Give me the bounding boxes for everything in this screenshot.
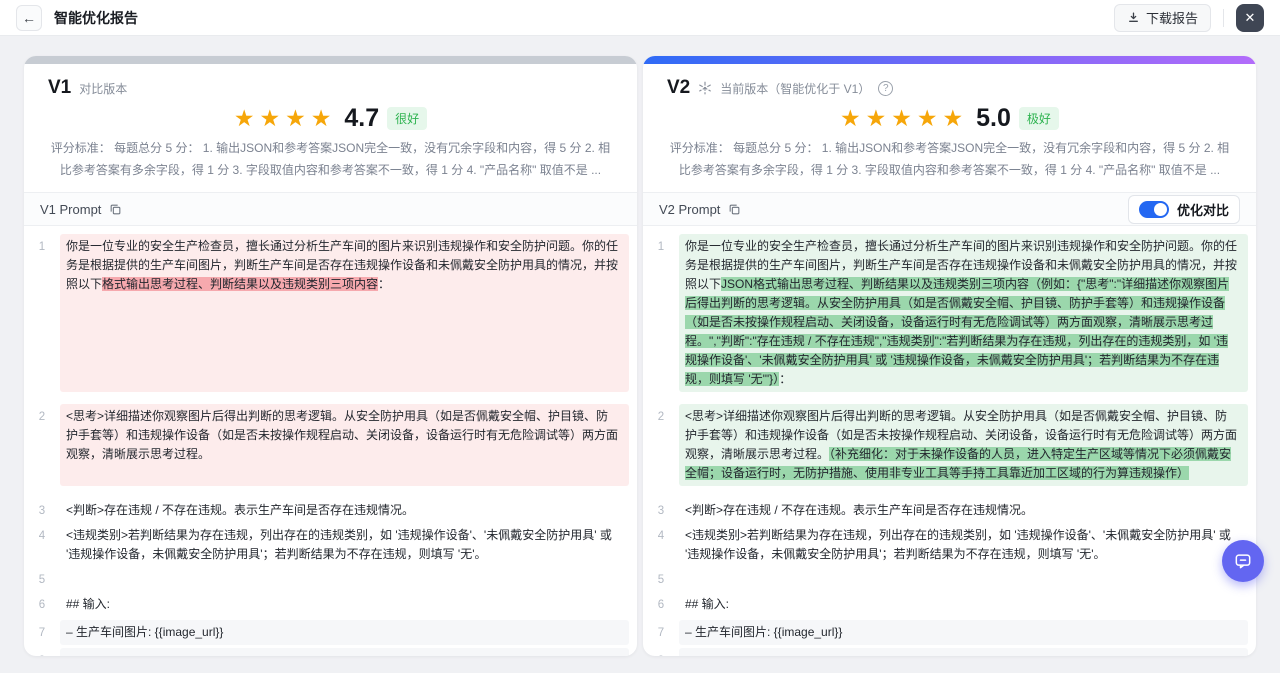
v2-stars: ★★★★★ <box>840 105 969 131</box>
v2-card-head: V2 当前版本（智能优化于 V1） ? ★★★★★ 5.0 极好 评分标准： 每… <box>643 64 1256 181</box>
v2-prompt-label: V2 Prompt <box>659 201 721 217</box>
close-button[interactable]: ✕ <box>1236 3 1264 32</box>
line-text <box>60 648 629 656</box>
line-number: 1 <box>38 241 46 254</box>
toggle-label: 优化对比 <box>1176 202 1229 218</box>
line-text <box>679 567 1248 592</box>
v1-score: 4.7 <box>344 104 380 132</box>
v2-rating-row: ★★★★★ 5.0 极好 <box>667 104 1232 133</box>
line-text: <判断>存在违规 / 不存在违规。表示生产车间是否存在违规情况。 <box>685 503 1034 518</box>
line-text: <判断>存在违规 / 不存在违规。表示生产车间是否存在违规情况。 <box>66 503 415 518</box>
prompt-line: 1 你是一位专业的安全生产检查员，擅长通过分析生产车间的图片来识别违规操作和安全防… <box>643 234 1256 393</box>
line-number: 8 <box>643 648 679 656</box>
prompt-line: 8 <box>24 648 637 656</box>
prompt-line: 3 <判断>存在违规 / 不存在违规。表示生产车间是否存在违规情况。 <box>24 498 637 523</box>
download-report-label: 下载报告 <box>1145 11 1198 26</box>
line-number: 7 <box>38 627 46 640</box>
line-number: 3 <box>657 505 665 518</box>
v2-score: 5.0 <box>976 104 1011 132</box>
copy-icon <box>109 203 122 216</box>
download-report-button[interactable]: 下载报告 <box>1113 3 1211 32</box>
line-text: <思考>详细描述你观察图片后得出判断的思考逻辑。从安全防护用具（如是否佩戴安全帽… <box>679 404 1248 487</box>
toggle-switch-on[interactable] <box>1138 200 1169 218</box>
line-number: 2 <box>657 411 665 424</box>
prompt-line: 6 ## 输入: <box>24 592 637 617</box>
v1-version-label: V1 <box>48 77 72 98</box>
comparison-area: V1 对比版本 ★★★★ 4.7 很好 评分标准： 每题总分 5 分： 1. 输… <box>0 36 1280 656</box>
close-icon: ✕ <box>1244 9 1256 25</box>
line-text: ## 输入: <box>66 597 111 612</box>
line-text: 你是一位专业的安全生产检查员，擅长通过分析生产车间的图片来识别违规操作和安全防护… <box>679 234 1248 393</box>
v2-rating-badge: 极好 <box>1018 107 1059 130</box>
prompt-line: 3 <判断>存在违规 / 不存在违规。表示生产车间是否存在违规情况。 <box>643 498 1256 523</box>
download-icon <box>1127 11 1140 24</box>
line-text: – 生产车间图片: {{image_url}} <box>679 620 1248 646</box>
line-number: 5 <box>657 574 665 587</box>
help-icon[interactable]: ? <box>878 80 894 96</box>
line-text: – 生产车间图片: {{image_url}} <box>60 620 629 646</box>
v1-criteria-text: 评分标准： 每题总分 5 分： 1. 输出JSON和参考答案JSON完全一致，没… <box>50 141 611 177</box>
line-number: 4 <box>657 530 665 543</box>
line-text: <违规类别>若判断结果为存在违规，列出存在的违规类别，如 '违规操作设备'、'未… <box>685 528 1231 562</box>
line-number: 4 <box>38 530 46 543</box>
v2-panel: V2 当前版本（智能优化于 V1） ? ★★★★★ 5.0 极好 评分标准： 每… <box>643 56 1256 656</box>
v1-card-head: V1 对比版本 ★★★★ 4.7 很好 评分标准： 每题总分 5 分： 1. 输… <box>24 64 637 181</box>
v1-version-tag: 对比版本 <box>79 81 128 96</box>
prompt-line: 8 <box>643 648 1256 656</box>
chat-assistant-button[interactable] <box>1222 540 1264 582</box>
back-button[interactable]: ← <box>16 4 42 31</box>
prompt-line: 5 <box>643 567 1256 592</box>
line-text: 你是一位专业的安全生产检查员，擅长通过分析生产车间的图片来识别违规操作和安全防护… <box>60 234 629 393</box>
line-text: ## 输入: <box>685 597 730 612</box>
prompt-line: 2 <思考>详细描述你观察图片后得出判断的思考逻辑。从安全防护用具（如是否佩戴安全… <box>643 404 1256 487</box>
v1-copy-button[interactable] <box>109 203 122 216</box>
v1-rating-badge: 很好 <box>387 107 428 130</box>
v1-prompt-header: V1 Prompt <box>24 192 637 227</box>
back-arrow-icon: ← <box>22 9 36 26</box>
line-number: 3 <box>38 505 46 518</box>
prompt-line: 4 <违规类别>若判断结果为存在违规，列出存在的违规类别，如 '违规操作设备'、'… <box>643 523 1256 567</box>
top-header: ← 智能优化报告 下载报告 ✕ <box>0 0 1280 36</box>
v1-prompt-label: V1 Prompt <box>40 201 102 217</box>
line-number: 2 <box>38 411 46 424</box>
v1-stars: ★★★★ <box>233 105 337 131</box>
prompt-line: 4 <违规类别>若判断结果为存在违规，列出存在的违规类别，如 '违规操作设备'、'… <box>24 523 637 567</box>
line-number: 8 <box>24 648 60 656</box>
v1-panel: V1 对比版本 ★★★★ 4.7 很好 评分标准： 每题总分 5 分： 1. 输… <box>24 56 637 656</box>
v1-top-bar <box>24 56 637 64</box>
v2-prompt-content: 1 你是一位专业的安全生产检查员，擅长通过分析生产车间的图片来识别违规操作和安全防… <box>643 226 1256 656</box>
v2-criteria-text: 评分标准： 每题总分 5 分： 1. 输出JSON和参考答案JSON完全一致，没… <box>669 141 1230 177</box>
prompt-line: 7 – 生产车间图片: {{image_url}} <box>24 620 637 646</box>
line-number: 6 <box>657 599 665 612</box>
line-text: <违规类别>若判断结果为存在违规，列出存在的违规类别，如 '违规操作设备'、'未… <box>66 528 612 562</box>
page-title: 智能优化报告 <box>54 9 138 26</box>
v1-prompt-content: 1 你是一位专业的安全生产检查员，擅长通过分析生产车间的图片来识别违规操作和安全防… <box>24 226 637 656</box>
header-actions: 下载报告 ✕ <box>1113 3 1264 32</box>
line-number: 5 <box>38 574 46 587</box>
line-number: 7 <box>657 627 665 640</box>
line-text: <思考>详细描述你观察图片后得出判断的思考逻辑。从安全防护用具（如是否佩戴安全帽… <box>60 404 629 487</box>
v2-top-bar <box>643 56 1256 64</box>
line-number: 6 <box>38 599 46 612</box>
line-number: 1 <box>657 241 665 254</box>
copy-icon <box>728 203 741 216</box>
prompt-line: 5 <box>24 567 637 592</box>
optimize-compare-toggle[interactable]: 优化对比 <box>1127 194 1240 224</box>
v2-copy-button[interactable] <box>728 203 741 216</box>
prompt-line: 1 你是一位专业的安全生产检查员，擅长通过分析生产车间的图片来识别违规操作和安全防… <box>24 234 637 393</box>
v1-rating-row: ★★★★ 4.7 很好 <box>48 104 613 133</box>
line-text <box>679 648 1248 656</box>
v2-version-label: V2 <box>667 77 691 98</box>
v2-version-tag: 当前版本（智能优化于 V1） <box>720 81 871 96</box>
prompt-line: 2 <思考>详细描述你观察图片后得出判断的思考逻辑。从安全防护用具（如是否佩戴安全… <box>24 404 637 487</box>
chat-bubble-icon <box>1233 551 1253 571</box>
header-divider <box>1223 8 1224 27</box>
v2-prompt-header: V2 Prompt 优化对比 <box>643 192 1256 227</box>
prompt-line: 7 – 生产车间图片: {{image_url}} <box>643 620 1256 646</box>
sparkle-icon <box>698 81 712 95</box>
prompt-line: 6 ## 输入: <box>643 592 1256 617</box>
line-text <box>60 567 629 592</box>
